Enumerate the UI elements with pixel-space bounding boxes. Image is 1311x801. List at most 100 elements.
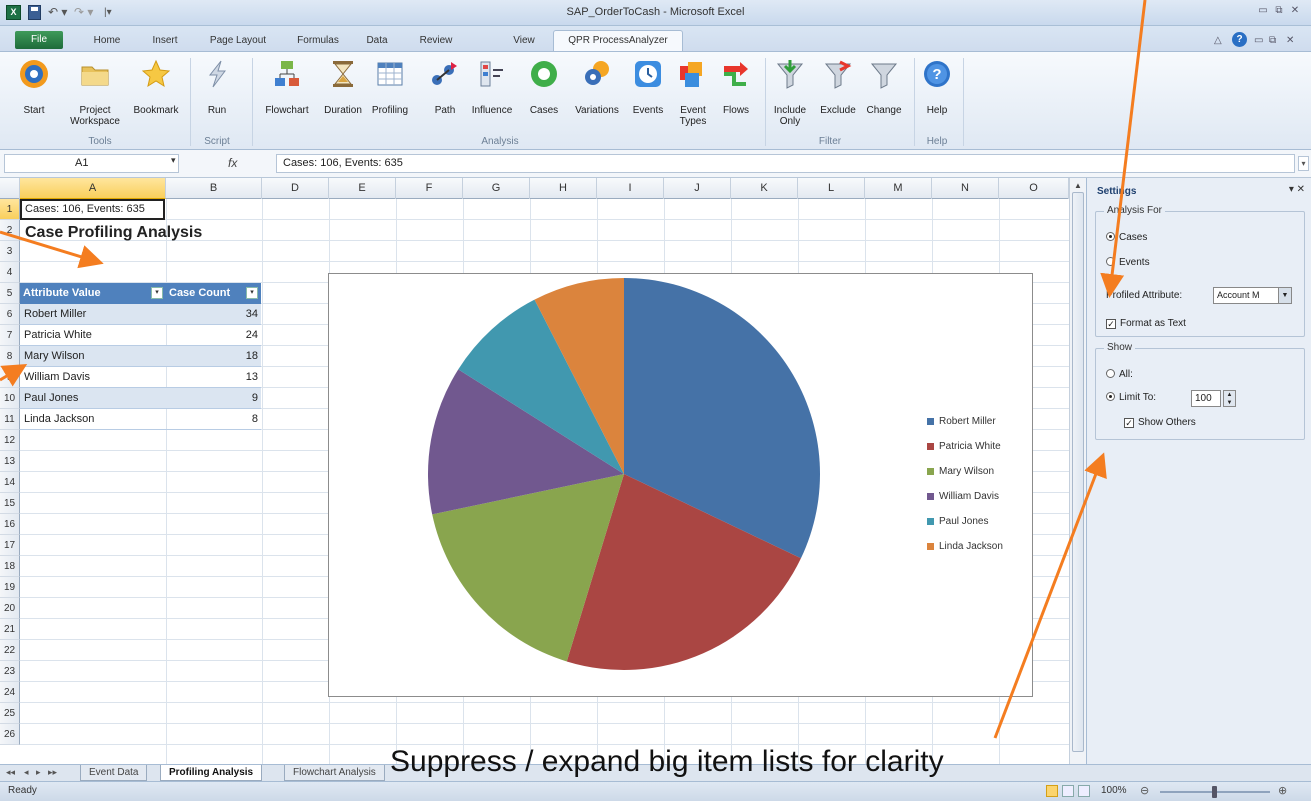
row-header[interactable]: 18 (0, 556, 20, 577)
column-header[interactable]: O (999, 178, 1069, 199)
duration-button[interactable]: Duration (318, 55, 368, 133)
row-header[interactable]: 3 (0, 241, 20, 262)
restore-workbook-icon[interactable]: ⧉ (1269, 34, 1276, 47)
help-icon[interactable]: ? (1232, 32, 1247, 47)
cell-a1[interactable]: Cases: 106, Events: 635 (20, 199, 165, 220)
table-row[interactable]: Paul Jones 9 (20, 388, 261, 409)
column-header[interactable]: B (166, 178, 262, 199)
page-break-view-icon[interactable] (1078, 785, 1090, 797)
events-button[interactable]: Events (629, 55, 667, 133)
row-header[interactable]: 9 (0, 367, 20, 388)
column-header[interactable]: E (329, 178, 396, 199)
zoom-slider-thumb[interactable] (1212, 786, 1217, 798)
column-header[interactable]: A (20, 178, 166, 199)
flowchart-button[interactable]: Flowchart (259, 55, 315, 133)
table-row[interactable]: Robert Miller 34 (20, 304, 261, 325)
project-workspace-button[interactable]: Project Workspace (70, 55, 120, 133)
start-button[interactable]: Start (16, 55, 52, 133)
row-header[interactable]: 2 (0, 220, 20, 241)
column-header[interactable]: F (396, 178, 463, 199)
change-filter-button[interactable]: Change (864, 55, 904, 133)
radio-events[interactable]: Events (1106, 257, 1150, 269)
checkbox-checked-icon[interactable]: ✓ (1106, 319, 1116, 329)
sheet-tab-flowchart-analysis[interactable]: Flowchart Analysis (284, 765, 385, 781)
sheet-heading[interactable]: Case Profiling Analysis (20, 220, 202, 246)
zoom-out-icon[interactable]: ⊖ (1140, 784, 1149, 797)
column-header[interactable]: H (530, 178, 597, 199)
chevron-down-icon[interactable]: ▼ (1278, 288, 1291, 303)
row-header[interactable]: 8 (0, 346, 20, 367)
influence-button[interactable]: Influence (466, 55, 518, 133)
exclude-button[interactable]: Exclude (816, 55, 860, 133)
minimize-ribbon-icon[interactable]: △ (1214, 34, 1222, 47)
sheet-tab-profiling-analysis[interactable]: Profiling Analysis (160, 765, 263, 781)
sheet-tab-event-data[interactable]: Event Data (80, 765, 148, 781)
row-header[interactable]: 1 (0, 199, 20, 220)
format-as-text-checkbox[interactable]: ✓ Format as Text (1106, 318, 1186, 330)
row-header[interactable]: 20 (0, 598, 20, 619)
table-row[interactable]: William Davis 13 (20, 367, 261, 388)
pane-controls[interactable]: ▾ ✕ (1289, 184, 1305, 195)
show-others-checkbox[interactable]: ✓ Show Others (1124, 417, 1196, 429)
tab-home[interactable]: Home (82, 32, 132, 51)
column-header[interactable]: J (664, 178, 731, 199)
pie-chart[interactable]: Robert Miller Patricia White Mary Wilson Wi… (328, 273, 1033, 697)
row-header[interactable]: 15 (0, 493, 20, 514)
filter-dropdown-icon[interactable]: ▾ (151, 287, 163, 299)
normal-view-icon[interactable] (1046, 785, 1058, 797)
row-header[interactable]: 19 (0, 577, 20, 598)
limit-to-input[interactable]: 100 (1191, 390, 1221, 407)
run-button[interactable]: Run (199, 55, 235, 133)
row-header[interactable]: 13 (0, 451, 20, 472)
radio-button-selected[interactable] (1106, 232, 1115, 241)
row-header[interactable]: 17 (0, 535, 20, 556)
row-header[interactable]: 23 (0, 661, 20, 682)
zoom-level[interactable]: 100% (1101, 785, 1127, 796)
first-sheet-icon[interactable]: ◂◂ (6, 767, 15, 778)
checkbox-checked-icon[interactable]: ✓ (1124, 418, 1134, 428)
column-header[interactable]: N (932, 178, 999, 199)
event-types-button[interactable]: Event Types (673, 55, 713, 133)
cases-button[interactable]: Cases (523, 55, 565, 133)
tab-review[interactable]: Review (407, 32, 465, 51)
variations-button[interactable]: Variations (567, 55, 627, 133)
page-layout-view-icon[interactable] (1062, 785, 1074, 797)
row-header[interactable]: 11 (0, 409, 20, 430)
tab-file[interactable]: File (15, 31, 63, 49)
path-button[interactable]: Path (428, 55, 462, 133)
row-header[interactable]: 7 (0, 325, 20, 346)
row-header[interactable]: 24 (0, 682, 20, 703)
scroll-up-icon[interactable]: ▲ (1074, 181, 1082, 190)
name-box-dropdown-icon[interactable]: ▾ (171, 155, 176, 166)
tab-insert[interactable]: Insert (140, 32, 190, 51)
profiled-attribute-select[interactable]: Account M ▼ (1213, 287, 1292, 304)
name-box[interactable]: A1 (4, 154, 179, 173)
tab-data[interactable]: Data (355, 32, 399, 51)
tab-page-layout[interactable]: Page Layout (198, 32, 278, 51)
formula-input[interactable]: Cases: 106, Events: 635 (276, 154, 1295, 173)
filter-dropdown-icon[interactable]: ▾ (246, 287, 258, 299)
zoom-in-icon[interactable]: ⊕ (1278, 784, 1287, 797)
tab-formulas[interactable]: Formulas (287, 32, 349, 51)
table-row[interactable]: Linda Jackson 8 (20, 409, 261, 430)
restore-icon[interactable]: ⧉ (1272, 4, 1286, 18)
row-header[interactable]: 10 (0, 388, 20, 409)
table-header-attribute-value[interactable]: Attribute Value ▾ (20, 283, 166, 304)
table-row[interactable]: Patricia White 24 (20, 325, 261, 346)
row-header[interactable]: 16 (0, 514, 20, 535)
radio-button[interactable] (1106, 369, 1115, 378)
minimize-workbook-icon[interactable]: ▭ (1254, 34, 1263, 47)
last-sheet-icon[interactable]: ▸▸ (48, 767, 57, 778)
radio-button[interactable] (1106, 257, 1115, 266)
flows-button[interactable]: Flows (718, 55, 754, 133)
row-header[interactable]: 4 (0, 262, 20, 283)
column-header[interactable]: D (262, 178, 329, 199)
table-row[interactable]: Mary Wilson 18 (20, 346, 261, 367)
table-header-case-count[interactable]: Case Count ▾ (166, 283, 261, 304)
row-header[interactable]: 12 (0, 430, 20, 451)
vertical-scrollbar[interactable]: ▲ (1069, 178, 1086, 764)
help-button[interactable]: ? Help (920, 55, 954, 133)
row-header[interactable]: 26 (0, 724, 20, 745)
radio-button-selected[interactable] (1106, 392, 1115, 401)
include-only-button[interactable]: Include Only (770, 55, 810, 133)
